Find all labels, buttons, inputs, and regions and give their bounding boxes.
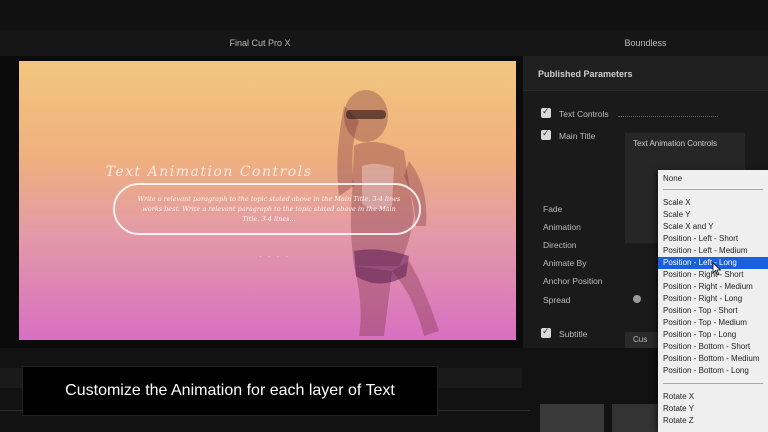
menu-item-none[interactable]: None [658,173,768,185]
main-title-label: Main Title [559,131,596,141]
menu-item[interactable]: Scale Y [658,209,768,221]
animation-dropdown-menu[interactable]: None Scale X Scale Y Scale X and Y Posit… [658,170,768,432]
menu-separator [663,383,763,384]
subtitle-checkbox[interactable] [541,326,551,338]
menu-separator [663,189,763,190]
menu-item[interactable]: Position - Top - Short [658,305,768,317]
menu-item[interactable]: Position - Bottom - Medium [658,353,768,365]
viewer-canvas[interactable]: Text Animation Controls Write a relevant… [19,61,516,340]
inspector-header-label: Published Parameters [538,69,633,79]
menu-item[interactable]: Position - Bottom - Long [658,365,768,377]
caption-banner: Customize the Animation for each layer o… [22,366,438,416]
text-controls-label: Text Controls [559,109,609,119]
param-animate-by[interactable]: Animate By [543,258,586,268]
menu-item[interactable]: Scale X and Y [658,221,768,233]
text-box-outline: Write a relevant paragraph to the topic … [113,183,421,235]
menu-item[interactable]: Position - Right - Long [658,293,768,305]
title-bar: Final Cut Pro X Boundless [0,30,768,56]
cus-button[interactable]: Cus [625,332,661,348]
top-bar [0,0,768,31]
position-dots: · · · · [259,252,291,261]
plugin-title: Boundless [624,38,667,48]
menu-item[interactable]: Scale X [658,197,768,209]
subtitle-label: Subtitle [559,329,588,339]
menu-item[interactable]: Position - Bottom - Short [658,341,768,353]
clip-thumbnail[interactable] [540,404,604,432]
menu-item[interactable]: Position - Left - Short [658,233,768,245]
animation-controls-label: Text Animation Controls [633,139,718,148]
inspector-header: Published Parameters [523,56,768,91]
menu-item[interactable]: Position - Left - Medium [658,245,768,257]
param-anchor-position[interactable]: Anchor Position [543,276,603,286]
dotted-divider [618,116,718,117]
menu-item[interactable]: Position - Top - Medium [658,317,768,329]
param-fade[interactable]: Fade [543,204,562,214]
param-spread[interactable]: Spread [543,295,570,305]
mouse-cursor-icon [712,262,722,276]
clip-thumbnail-2[interactable] [612,404,662,432]
menu-item[interactable]: Position - Right - Medium [658,281,768,293]
menu-item[interactable]: Position - Top - Long [658,329,768,341]
menu-item[interactable]: Rotate Y [658,403,768,415]
app-title: Final Cut Pro X [229,38,291,48]
param-animation[interactable]: Animation [543,222,581,232]
body-paragraph: Write a relevant paragraph to the topic … [137,195,401,223]
animation-title-text: Text Animation Controls [105,164,313,180]
param-direction[interactable]: Direction [543,240,577,250]
main-title-checkbox[interactable] [541,128,551,140]
spread-slider-knob[interactable] [633,295,641,303]
text-controls-checkbox[interactable] [541,106,551,118]
menu-item[interactable]: Rotate X [658,391,768,403]
menu-item[interactable]: Rotate Z [658,415,768,427]
